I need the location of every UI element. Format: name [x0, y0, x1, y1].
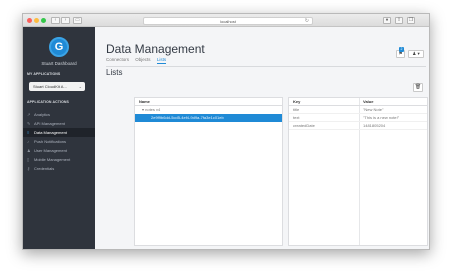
table-row[interactable]: text "This is a new note!"	[289, 114, 427, 122]
row-key: title	[293, 107, 300, 112]
application-actions-label: APPLICATION ACTIONS	[27, 100, 69, 104]
maximize-window-button[interactable]	[41, 18, 46, 23]
delete-button[interactable]: 🗑	[413, 83, 423, 92]
url-text: localhost	[220, 19, 236, 24]
key-column-header: Key	[293, 99, 301, 104]
sidebar-item-credentials[interactable]: ⚷ Credentials	[23, 164, 95, 173]
browser-window: ‹ › ▭ localhost ↻ ● ⇧ ❐ G Stuart Dashboa…	[22, 13, 430, 250]
sidebar-item-label: Analytics	[34, 112, 51, 117]
row-value: "New Note"	[363, 107, 384, 112]
name-column-header: Name	[135, 98, 282, 106]
tab-lists[interactable]: Lists	[156, 57, 167, 64]
table-row[interactable]: createdDate 1481805204	[289, 122, 427, 130]
tab-bar: Connectors Objects Lists	[106, 57, 171, 64]
detail-header-row: Key Value	[289, 98, 427, 106]
bell-icon: ♪	[27, 139, 29, 144]
sidebar-item-mobile-management[interactable]: ▯ Mobile Management	[23, 155, 95, 164]
sidebar: G Stuart Dashboard MY APPLICATIONS Stuar…	[23, 27, 95, 249]
reload-icon[interactable]: ↻	[305, 18, 309, 25]
row-key: createdDate	[293, 123, 315, 128]
sidebar-nav: ↗ Analytics ✎ API Management ≡ Data Managem…	[23, 110, 95, 173]
chevron-down-icon: ▾	[417, 51, 420, 56]
trash-icon: 🗑	[414, 84, 422, 90]
main-content: Data Management Connectors Objects Lists…	[95, 27, 429, 249]
close-window-button[interactable]	[27, 18, 32, 23]
value-column-header: Value	[363, 99, 374, 104]
user-menu-button[interactable]: ♟ ▾	[408, 50, 424, 58]
tree-item-selected[interactable]: 2e9f9b6dd-5cd5-4ef4-9d9a-7fa3e1c01eb	[135, 114, 282, 122]
table-row[interactable]: title "New Note"	[289, 106, 427, 114]
detail-panel: Key Value title "New Note" text "This is…	[288, 97, 428, 246]
sidebar-toggle-icon[interactable]: ▭	[73, 17, 82, 24]
sidebar-item-push-notifications[interactable]: ♪ Push Notifications	[23, 137, 95, 146]
sidebar-item-analytics[interactable]: ↗ Analytics	[23, 110, 95, 119]
brand-name: Stuart Dashboard	[41, 61, 77, 66]
sidebar-item-data-management[interactable]: ≡ Data Management	[23, 128, 95, 137]
chart-icon: ↗	[27, 112, 31, 117]
my-applications-label: MY APPLICATIONS	[27, 72, 61, 76]
header-divider	[106, 66, 426, 67]
sidebar-item-label: Data Management	[34, 130, 67, 135]
sidebar-item-label: API Management	[34, 121, 65, 126]
row-key: text	[293, 115, 300, 120]
key-icon: ⚷	[27, 166, 30, 171]
database-icon: ≡	[27, 130, 30, 135]
tab-objects[interactable]: Objects	[135, 57, 150, 62]
list-tree-panel: Name ▾ notes v4 2e9f9b6dd-5cd5-4ef4-9d9a…	[134, 97, 283, 246]
back-icon[interactable]: ‹	[51, 17, 60, 24]
mobile-icon: ▯	[27, 157, 30, 162]
section-title: Lists	[106, 68, 123, 77]
application-select-value: Stuart CloudKit A...	[33, 84, 67, 89]
sidebar-item-label: Mobile Management	[34, 157, 71, 162]
sidebar-item-api-management[interactable]: ✎ API Management	[23, 119, 95, 128]
minimize-window-button[interactable]	[34, 18, 39, 23]
sidebar-item-label: User Management	[34, 148, 67, 153]
extension-icon[interactable]: ●	[383, 17, 391, 24]
forward-icon[interactable]: ›	[61, 17, 70, 24]
tab-connectors[interactable]: Connectors	[106, 57, 129, 62]
application-select[interactable]: Stuart CloudKit A... ⌄	[29, 82, 85, 91]
app-logo: G	[49, 37, 69, 57]
users-icon: ♟	[27, 148, 31, 153]
share-icon[interactable]: ⇧	[395, 17, 403, 24]
row-value: 1481805204	[363, 123, 386, 128]
address-bar[interactable]: localhost ↻	[143, 17, 313, 25]
sidebar-item-user-management[interactable]: ♟ User Management	[23, 146, 95, 155]
tabs-icon[interactable]: ❐	[407, 17, 415, 24]
tree-item-notes[interactable]: ▾ notes v4	[135, 106, 282, 114]
notification-count-badge: 2	[399, 47, 404, 52]
chevron-down-icon: ⌄	[78, 84, 82, 89]
sidebar-item-label: Push Notifications	[34, 139, 67, 144]
browser-toolbar: ‹ › ▭ localhost ↻ ● ⇧ ❐	[23, 14, 429, 27]
page-title: Data Management	[106, 42, 205, 56]
wrench-icon: ✎	[27, 121, 31, 126]
user-icon: ♟	[412, 51, 417, 56]
row-value: "This is a new note!"	[363, 115, 400, 120]
sidebar-item-label: Credentials	[34, 166, 55, 171]
